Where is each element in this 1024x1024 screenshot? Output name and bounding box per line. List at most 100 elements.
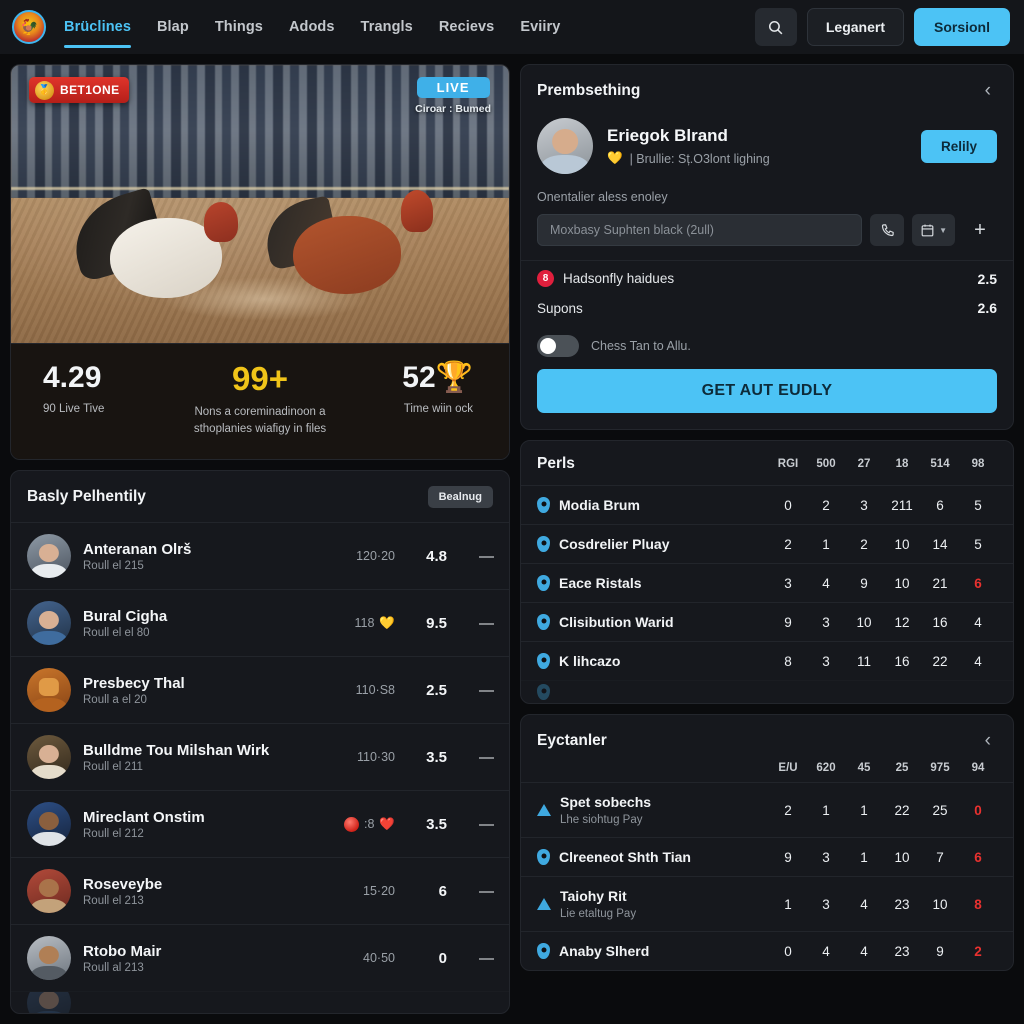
table-cell: 6 <box>974 849 982 865</box>
signup-button[interactable]: Sorsionl <box>913 8 1010 46</box>
ranking-list-card: Basly Pelhentily Bealnug Anteranan Olrš … <box>10 470 510 1014</box>
list-item-count: 40·50 <box>363 951 395 966</box>
location-pin-icon <box>537 849 550 865</box>
offer-panel-header: Prembsething ‹ <box>521 65 1013 110</box>
chevron-left-icon[interactable]: ‹ <box>979 79 997 102</box>
perls-table-header: Perls RGI 500 27 18 514 98 <box>521 441 1013 485</box>
list-item-score: 3.5 <box>426 748 447 766</box>
table-cell: 0 <box>784 497 792 513</box>
eyctanler-columns-row: . E/U 620 45 25 975 94 <box>521 760 1013 782</box>
table-row[interactable]: K lihcazo 8 3 11 16 22 4 <box>521 641 1013 680</box>
nav-link-eviiry[interactable]: Eviiry <box>520 0 560 54</box>
medal-icon: 🥇 <box>35 80 54 100</box>
list-item-count: 120·20 <box>356 549 395 564</box>
table-cell: 8 <box>784 653 792 669</box>
nav-links: Brüclines Blap Things Adods Trangls Reci… <box>64 0 560 54</box>
message-input[interactable]: Moxbasy Suphten black (2ull) <box>537 214 863 246</box>
right-column: Prembsething ‹ Eriegok Blrand 💛 | Brulli… <box>520 64 1014 1014</box>
perls-table-card: Perls RGI 500 27 18 514 98 Modia Brum 0 … <box>520 440 1014 704</box>
table-cell: 21 <box>932 575 948 591</box>
avatar <box>27 869 71 914</box>
live-video-card[interactable]: 🥇 BET1ONE LIVE Ciroar : Bumed 4.29 90 Li… <box>10 64 510 461</box>
table-cell: 11 <box>856 653 871 669</box>
list-item-name: Mireclant Onstim <box>83 808 205 826</box>
list-item-sub: Roull el 212 <box>83 827 144 840</box>
avatar <box>27 534 71 579</box>
live-badge-sub: Ciroar : Bumed <box>415 103 491 115</box>
table-row[interactable]: Clreeneot Shth Tian 9 3 1 10 7 6 <box>521 837 1013 876</box>
search-button[interactable] <box>754 8 797 46</box>
login-button[interactable]: Leganert <box>806 8 904 46</box>
live-badge-label: LIVE <box>416 77 490 98</box>
column-header: 45 <box>857 762 871 774</box>
count-badge: 8 <box>537 270 554 287</box>
table-cell: 9 <box>860 575 868 591</box>
table-row-label: Eace Ristals <box>559 575 642 591</box>
toggle-row: Chess Tan to Allu. <box>521 325 1013 369</box>
table-cell: 22 <box>894 802 910 818</box>
ranking-list-header: Basly Pelhentily Bealnug <box>11 471 509 522</box>
table-row[interactable]: Cosdrelier Pluay 2 1 2 10 14 5 <box>521 524 1013 563</box>
table-cell: 2 <box>784 802 792 818</box>
table-cell: 25 <box>932 802 948 818</box>
table-cell: 7 <box>936 849 944 865</box>
left-column: 🥇 BET1ONE LIVE Ciroar : Bumed 4.29 90 Li… <box>10 64 510 1014</box>
table-cell: 23 <box>894 943 910 959</box>
table-row[interactable]: Modia Brum 0 2 3 211 6 5 <box>521 485 1013 524</box>
video-stage[interactable]: 🥇 BET1ONE LIVE Ciroar : Bumed <box>11 65 509 343</box>
table-cell: 10 <box>894 575 910 591</box>
trophy-icon: 🏆 <box>435 361 473 394</box>
table-cell: 2 <box>974 943 982 959</box>
list-item[interactable]: Mireclant Onstim Roull el 212 :8 ❤️ 3.5 — <box>11 790 509 857</box>
column-header: RGI <box>777 458 799 470</box>
list-item[interactable]: Rtobo Mair Roull al 213 40·50 0 — <box>11 924 509 991</box>
add-button[interactable]: + <box>963 214 997 246</box>
nav-link-things[interactable]: Things <box>215 0 263 54</box>
chevron-left-icon[interactable]: ‹ <box>979 729 997 752</box>
phone-button[interactable] <box>870 214 905 246</box>
nav-link-blap[interactable]: Blap <box>157 0 189 54</box>
navbar-actions: Leganert Sorsionl <box>754 8 1010 46</box>
column-header: 514 <box>930 458 950 470</box>
triangle-marker-icon <box>537 898 551 910</box>
table-cell: 22 <box>932 653 948 669</box>
list-item[interactable]: Anteranan Olrš Roull el 215 120·20 4.8 — <box>11 522 509 589</box>
list-item-trend: — <box>479 681 494 699</box>
list-item[interactable]: Bulldme Tou Milshan Wirk Roull el 211 11… <box>11 723 509 790</box>
reply-button[interactable]: Relily <box>920 129 997 163</box>
list-item[interactable]: Bural Cigha Roull el el 80 118 💛 9.5 — <box>11 589 509 656</box>
table-row[interactable]: Clisibution Warid 9 3 10 12 16 4 <box>521 602 1013 641</box>
column-header: 25 <box>895 762 909 774</box>
avatar <box>27 668 71 713</box>
table-row[interactable]: Spet sobechs Lhe siohtug Pay 2 1 1 22 25… <box>521 782 1013 837</box>
table-row[interactable]: Taiohy Rit Lie etaltug Pay 1 3 4 23 10 8 <box>521 876 1013 931</box>
table-row-partial[interactable] <box>521 680 1013 703</box>
chess-toggle[interactable] <box>537 335 579 357</box>
table-cell: 1 <box>860 849 868 865</box>
nav-link-bruclines[interactable]: Brüclines <box>64 0 131 54</box>
list-item-trend: — <box>479 614 494 632</box>
column-header: 94 <box>971 762 985 774</box>
list-item-partial[interactable] <box>11 991 509 1014</box>
nav-link-adods[interactable]: Adods <box>289 0 335 54</box>
table-row[interactable]: Eace Ristals 3 4 9 10 21 6 <box>521 563 1013 602</box>
calendar-icon <box>921 224 934 236</box>
perls-table-title: Perls <box>537 455 575 472</box>
triangle-marker-icon <box>537 804 551 816</box>
ranking-list-badge[interactable]: Bealnug <box>427 486 493 509</box>
table-row[interactable]: Anaby Slherd 0 4 4 23 9 2 <box>521 931 1013 970</box>
search-icon <box>769 20 783 34</box>
calendar-button[interactable]: ▼ <box>912 214 955 246</box>
list-item[interactable]: Roseveybe Roull el 213 15·20 6 — <box>11 857 509 924</box>
nav-link-recievs[interactable]: Recievs <box>439 0 495 54</box>
table-cell: 12 <box>894 614 910 630</box>
kv-row: 8 Hadsonfly haidues 2.5 <box>521 260 1013 296</box>
list-item[interactable]: Presbecy Thal Roull a el 20 110·S8 2.5 — <box>11 656 509 723</box>
list-item-sub: Roull al 213 <box>83 961 144 974</box>
phone-icon <box>881 223 894 236</box>
nav-link-trangls[interactable]: Trangls <box>361 0 413 54</box>
brand-logo[interactable]: 🐓 <box>12 10 46 44</box>
list-item-name: Presbecy Thal <box>83 674 185 692</box>
heart-icon: 💛 <box>607 151 623 165</box>
cta-button[interactable]: GET AUT EUDLY <box>537 369 997 413</box>
